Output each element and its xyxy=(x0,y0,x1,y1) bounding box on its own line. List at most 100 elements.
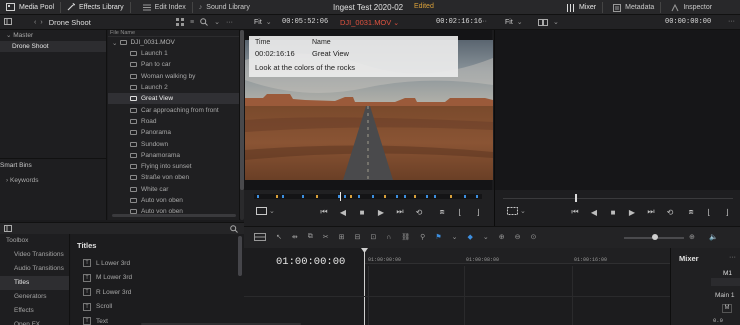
sidebar-toggle-icon[interactable] xyxy=(4,225,12,232)
chevron-down-icon[interactable]: ⌄ xyxy=(483,233,489,241)
subclip-row[interactable]: White car xyxy=(108,184,239,195)
stop-icon[interactable]: ■ xyxy=(356,207,368,217)
metadata-button[interactable]: Metadata xyxy=(603,0,660,15)
chevron-down-icon[interactable]: ⌄ xyxy=(269,207,275,215)
clip-marker[interactable] xyxy=(316,195,318,198)
clip-marker[interactable] xyxy=(358,195,360,198)
timeline[interactable]: 01:00:00:00 01:00:00:00 01:00:08:00 01:0… xyxy=(141,248,670,325)
source-scrubber[interactable] xyxy=(254,194,482,199)
clip-marker[interactable] xyxy=(464,195,466,198)
horizontal-scrollbar[interactable] xyxy=(112,214,236,217)
title-template-item[interactable]: T L Lower 3rd xyxy=(71,256,244,271)
bin-keywords[interactable]: › Keywords xyxy=(0,175,39,186)
jump-to-end-icon[interactable]: ⏭ xyxy=(394,207,406,217)
subclip-row[interactable]: Great View xyxy=(108,93,239,105)
grid-view-icon[interactable] xyxy=(176,18,184,26)
clip-marker[interactable] xyxy=(450,195,452,198)
title-template-item[interactable]: T M Lower 3rd xyxy=(71,271,244,286)
subclip-row[interactable]: Flying into sunset xyxy=(108,161,239,172)
loop-icon[interactable]: ⟲ xyxy=(413,207,425,217)
more-options-icon[interactable]: ··· xyxy=(480,18,487,25)
source-playhead[interactable] xyxy=(340,192,341,201)
subclip-row[interactable]: Panorama xyxy=(108,127,239,138)
clip-marker[interactable] xyxy=(344,195,346,198)
jump-to-start-icon[interactable]: ⏮ xyxy=(318,207,330,217)
match-frame-icon[interactable]: ⧈ xyxy=(436,207,448,217)
bin-master[interactable]: ⌄ Master xyxy=(0,30,106,41)
subclip-row[interactable]: Woman walking by xyxy=(108,71,239,82)
title-template-item[interactable]: T R Lower 3rd xyxy=(71,285,244,300)
blade-tool-icon[interactable]: ✂ xyxy=(323,233,329,241)
clip-marker[interactable] xyxy=(276,195,278,198)
play-icon[interactable]: ▶ xyxy=(626,207,638,217)
zoom-slider-handle[interactable] xyxy=(652,234,658,240)
subclip-row[interactable]: Panamorama xyxy=(108,150,239,161)
dual-viewer-icon[interactable] xyxy=(538,18,548,26)
dynamic-trim-icon[interactable]: ⧉ xyxy=(308,233,313,241)
sound-library-button[interactable]: ♪ Sound Library xyxy=(193,0,256,15)
mixer-button[interactable]: Mixer xyxy=(560,0,602,15)
zoom-in-icon[interactable]: ⊕ xyxy=(689,233,695,241)
effects-category-item[interactable]: Generators xyxy=(0,290,69,304)
display-icon[interactable] xyxy=(256,207,267,215)
chevron-right-icon[interactable]: › xyxy=(40,19,42,26)
flag-icon[interactable]: ⚑ xyxy=(435,233,441,241)
timeline-scrubber[interactable] xyxy=(503,198,733,199)
zoom-full-icon[interactable]: ⊕ xyxy=(499,233,505,241)
loop-icon[interactable]: ⟲ xyxy=(664,207,676,217)
search-icon[interactable] xyxy=(230,225,238,233)
marker-icon[interactable]: ◆ xyxy=(467,233,472,241)
media-pool-button[interactable]: Media Pool xyxy=(0,0,60,15)
inspector-button[interactable]: Inspector xyxy=(661,0,718,15)
sidebar-toggle-icon[interactable] xyxy=(4,18,12,25)
clip-marker[interactable] xyxy=(257,195,259,198)
subclip-row[interactable]: Pan to car xyxy=(108,59,239,70)
linked-selection-icon[interactable]: ⛓ xyxy=(401,233,410,241)
bin-drone-shoot[interactable]: Drone Shoot xyxy=(0,41,106,52)
volume-icon[interactable]: 🔈 xyxy=(709,233,718,241)
effects-category-item[interactable]: Audio Transitions xyxy=(0,262,69,276)
mute-button[interactable]: M xyxy=(722,304,732,313)
more-options-icon[interactable]: ··· xyxy=(729,254,736,261)
effects-category-item[interactable]: Titles xyxy=(0,276,69,290)
subclip-row[interactable]: Launch 2 xyxy=(108,82,239,93)
chevron-down-icon[interactable]: ⌄ xyxy=(452,233,458,241)
subclip-row[interactable]: Road xyxy=(108,116,239,127)
clip-marker[interactable] xyxy=(384,195,386,198)
timeline-fit-select[interactable]: Fit ⌄ xyxy=(505,18,523,27)
zoom-detail-icon[interactable]: ⊖ xyxy=(515,233,521,241)
effects-category-item[interactable]: Effects xyxy=(0,304,69,318)
timeline-playhead[interactable] xyxy=(364,248,365,325)
mark-in-icon[interactable]: ⌊ xyxy=(454,207,466,217)
clip-marker[interactable] xyxy=(350,195,352,198)
chevron-down-icon[interactable]: ⌄ xyxy=(520,207,526,215)
clip-parent-row[interactable]: ⌄ DJI_0031.MOV xyxy=(108,37,239,48)
clip-name-select[interactable]: DJI_0031.MOV ⌄ xyxy=(340,18,399,27)
stop-icon[interactable]: ■ xyxy=(607,207,619,217)
timeline-view-icon[interactable] xyxy=(254,233,266,241)
clip-marker[interactable] xyxy=(414,195,416,198)
timeline-playhead[interactable] xyxy=(575,194,577,202)
chevron-down-icon[interactable]: ⌄ xyxy=(553,18,559,26)
safe-area-icon[interactable] xyxy=(507,207,518,215)
mark-in-icon[interactable]: ⌊ xyxy=(703,207,715,217)
more-options-icon[interactable]: ··· xyxy=(728,18,735,25)
effects-category-item[interactable]: Video Transitions xyxy=(0,248,69,262)
clip-marker[interactable] xyxy=(434,195,436,198)
mark-out-icon[interactable]: ⌋ xyxy=(472,207,484,217)
file-name-column-header[interactable]: File Name xyxy=(110,30,135,36)
clip-marker[interactable] xyxy=(372,195,374,198)
clip-marker[interactable] xyxy=(302,195,304,198)
subclip-row[interactable]: Straße von oben xyxy=(108,172,239,183)
clip-marker[interactable] xyxy=(282,195,284,198)
jump-to-end-icon[interactable]: ⏭ xyxy=(645,207,657,217)
title-template-item[interactable]: T Scroll xyxy=(71,300,244,315)
effects-library-button[interactable]: Effects Library xyxy=(61,0,130,15)
timeline-viewer[interactable] xyxy=(494,30,740,190)
play-reverse-icon[interactable]: ◀ xyxy=(588,207,600,217)
mark-out-icon[interactable]: ⌋ xyxy=(721,207,733,217)
clip-marker[interactable] xyxy=(426,195,428,198)
snapping-icon[interactable]: ∩ xyxy=(386,234,391,241)
chevron-down-icon[interactable]: ⌄ xyxy=(214,18,220,26)
effects-category-item[interactable]: Open FX xyxy=(0,318,69,325)
